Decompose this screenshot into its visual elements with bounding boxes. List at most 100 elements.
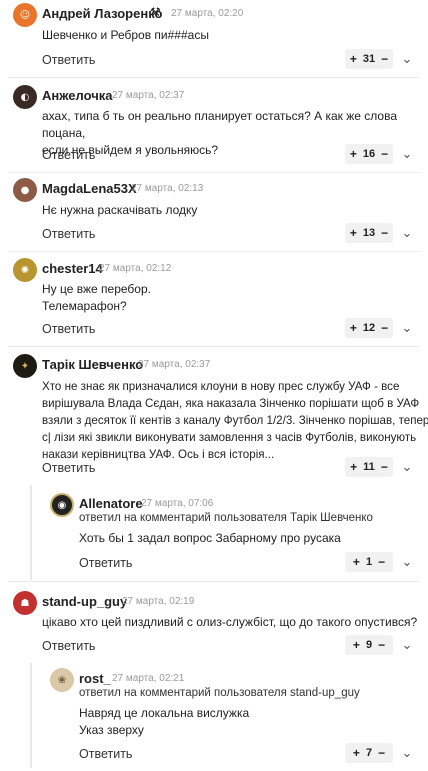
upvote-icon[interactable]: + [353,638,360,652]
avatar-glyph-icon: ✺ [20,264,30,276]
author-name[interactable]: rost_ [79,671,111,686]
avatar[interactable]: ☺ [13,3,37,27]
vote-count: 11 [363,461,375,473]
avatar[interactable]: ✦ [13,354,37,378]
author-name[interactable]: stand-up_guy [42,594,127,609]
reply-button[interactable]: Ответить [42,227,95,241]
avatar-glyph-icon: ❀ [57,674,67,686]
comment-line: Хоть бы 1 задал вопрос Забарному про рус… [79,531,341,545]
comment-text: Навряд це локальна вислужка Указ зверху [79,705,249,739]
author-name[interactable]: MagdaLena53X [42,181,137,196]
comment-time: 27 марта, 02:37 [112,90,185,101]
author-name[interactable]: Тарік Шевченко [42,357,143,372]
reply-to-note[interactable]: ответил на комментарий пользователя stan… [79,687,360,699]
upvote-icon[interactable]: + [350,321,357,335]
comment-line: вирішувала Влада Сєдан, яка наказала Зін… [42,397,420,410]
chevron-down-icon[interactable]: ⌄ [397,223,417,243]
vote-count: 1 [365,556,373,568]
avatar-glyph-icon: ◉ [57,499,67,511]
comment-line: Ну це вже перебор. [42,282,151,296]
comment-line: ахах, типа б ть он реально планирует ост… [42,109,398,140]
avatar[interactable]: ☗ [13,591,37,615]
chevron-down-icon[interactable]: ⌄ [397,552,417,572]
chevron-down-icon[interactable]: ⌄ [397,743,417,763]
comment-time: 27 марта, 02:21 [112,673,185,684]
reply-button[interactable]: Ответить [42,148,95,162]
comment-line: взяли з десяток її кентів з каналу Футбо… [42,414,428,427]
upvote-icon[interactable]: + [353,746,360,760]
upvote-icon[interactable]: + [350,147,357,161]
avatar[interactable]: ◉ [50,493,74,517]
thread-line [30,663,32,768]
reply-button[interactable]: Ответить [42,322,95,336]
comment-text: Ну це вже перебор. Телемарафон? [42,281,151,315]
comment-text: цікаво хто цей пиздливий с олиз-службіст… [42,614,417,631]
comment-text: Нє нужна раскачівать лодку [42,202,197,219]
vote-count: 9 [365,639,373,651]
vote-count: 13 [362,227,376,239]
avatar-glyph-icon: ☗ [20,597,30,609]
chevron-down-icon[interactable]: ⌄ [397,318,417,338]
comment-line: Телемарафон? [42,299,127,313]
divider [8,77,420,78]
downvote-icon[interactable]: − [378,746,385,760]
vote-control: + 13 − [345,223,393,243]
downvote-icon[interactable]: − [378,638,385,652]
reply-button[interactable]: Ответить [79,747,132,761]
upvote-icon[interactable]: + [350,226,357,240]
vote-control: + 16 − [345,144,393,164]
comment-time: 27 марта, 02:37 [138,359,211,370]
upvote-icon[interactable]: + [353,555,360,569]
chevron-down-icon[interactable]: ⌄ [397,49,417,69]
downvote-icon[interactable]: − [381,226,388,240]
vote-count: 31 [362,53,376,65]
vote-control: + 7 − [345,743,393,763]
chevron-down-icon[interactable]: ⌄ [397,457,417,477]
avatar-glyph-icon: ☺ [19,9,31,21]
comment-line: Нє нужна раскачівать лодку [42,203,198,217]
reply-button[interactable]: Ответить [42,461,95,475]
divider [8,581,420,582]
reply-button[interactable]: Ответить [42,639,95,653]
downvote-icon[interactable]: − [381,321,388,335]
comment-text: Хоть бы 1 задал вопрос Забарному про рус… [79,530,341,547]
vote-control: + 1 − [345,552,393,572]
avatar[interactable]: ◐ [13,85,37,109]
upvote-icon[interactable]: + [350,460,357,474]
avatar[interactable]: ✺ [13,258,37,282]
chevron-down-icon[interactable]: ⌄ [397,144,417,164]
vote-control: + 9 − [345,635,393,655]
comment-time: 27 марта, 02:12 [99,263,172,274]
author-name[interactable]: Allenatore [79,496,143,511]
reply-button[interactable]: Ответить [79,556,132,570]
avatar[interactable]: ❀ [50,668,74,692]
avatar[interactable]: ● [13,178,37,202]
avatar-glyph-icon: ◐ [20,91,30,103]
downvote-icon[interactable]: − [381,460,388,474]
downvote-icon[interactable]: − [378,555,385,569]
reply-button[interactable]: Ответить [42,53,95,67]
upvote-icon[interactable]: + [350,52,357,66]
author-name[interactable]: Андрей Лазоренко [42,6,162,21]
comment-time: 27 марта, 02:20 [171,8,244,19]
vote-count: 16 [362,148,376,160]
comment-line: с| лізи які звикли виконувати замовлення… [42,431,417,444]
comment-line: цікаво хто цей пиздливий с олиз-службіст… [42,615,418,629]
vote-control: + 31 − [345,49,393,69]
comment-line: Навряд це локальна вислужка [79,706,250,720]
vote-control: + 12 − [345,318,393,338]
comment-text: Шевченко и Ребров пи###асы [42,27,209,44]
reply-to-note[interactable]: ответил на комментарий пользователя Тарі… [79,512,373,524]
author-name[interactable]: chester14 [42,261,103,276]
divider [8,172,420,173]
avatar-glyph-icon: ● [20,184,30,196]
author-name[interactable]: Анжелочка [42,88,113,103]
comment-text: Хто не знає як призначалися клоуни в нов… [42,378,428,463]
comment-line: Указ зверху [79,723,144,737]
chevron-down-icon[interactable]: ⌄ [397,635,417,655]
vote-control: + 11 − [345,457,393,477]
downvote-icon[interactable]: − [381,52,388,66]
downvote-icon[interactable]: − [381,147,388,161]
avatar-glyph-icon: ✦ [20,360,30,372]
divider [8,346,420,347]
